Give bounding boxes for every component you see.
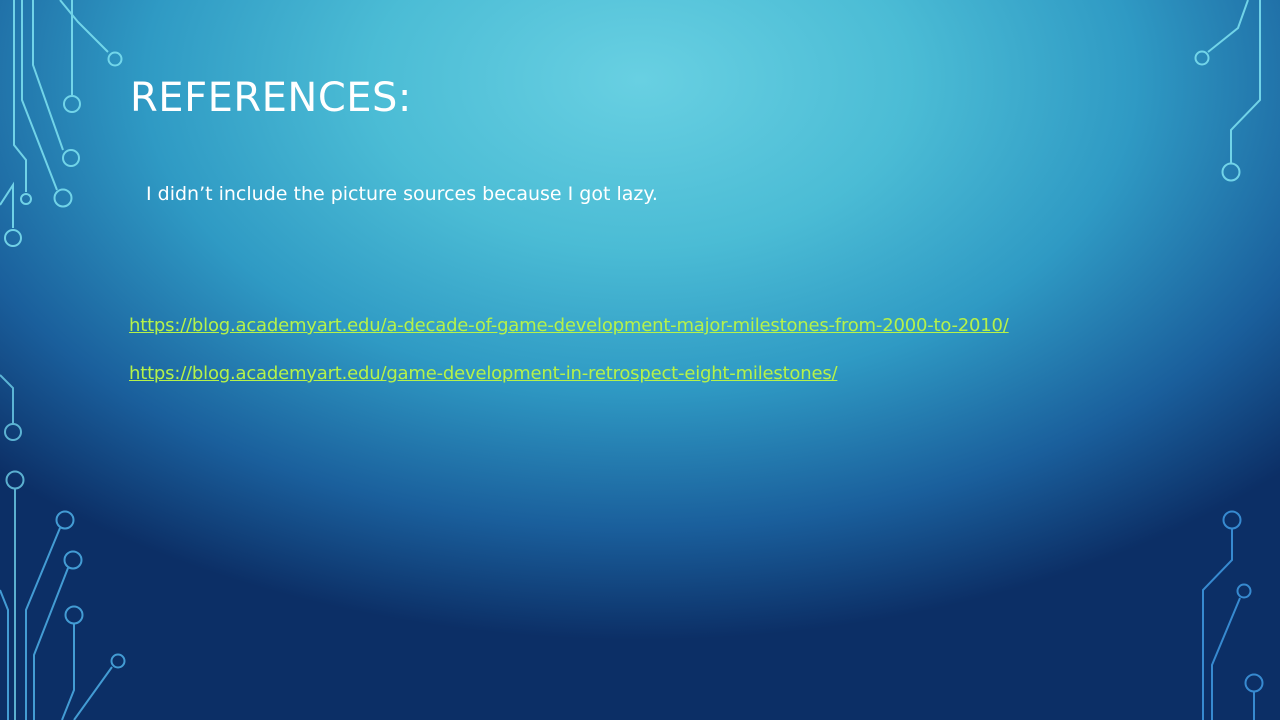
reference-link-1[interactable]: https://blog.academyart.edu/a-decade-of-…: [129, 314, 1009, 338]
reference-link-2[interactable]: https://blog.academyart.edu/game-develop…: [129, 362, 838, 386]
slide-title: REFERENCES:: [130, 75, 412, 121]
slide-note: I didn’t include the picture sources bec…: [146, 183, 658, 205]
presentation-slide: REFERENCES: I didn’t include the picture…: [0, 0, 1280, 720]
